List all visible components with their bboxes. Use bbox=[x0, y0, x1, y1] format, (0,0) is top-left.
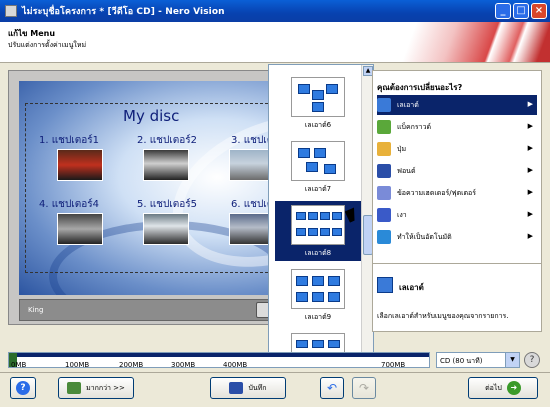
button-icon bbox=[377, 142, 391, 156]
chapter-label[interactable]: 2. แชปเตอร์2 bbox=[137, 133, 197, 148]
layout-thumbnail bbox=[291, 141, 345, 181]
option-label: เลเอาต์ bbox=[397, 100, 419, 109]
selected-option-title: เลเอาต์ bbox=[399, 283, 424, 292]
header-divider bbox=[0, 62, 550, 63]
chevron-right-icon: ▶ bbox=[527, 232, 533, 240]
redo-button[interactable]: ↷ bbox=[352, 377, 376, 399]
window-controls: _ □ × bbox=[495, 3, 547, 19]
text-icon bbox=[377, 186, 391, 200]
chapter-label[interactable]: 5. แชปเตอร์5 bbox=[137, 197, 197, 212]
undo-button[interactable]: ↶ bbox=[320, 377, 344, 399]
chevron-down-icon[interactable]: ▼ bbox=[505, 353, 519, 367]
save-button[interactable]: บันทึก bbox=[210, 377, 286, 399]
disc-capacity-bar: 0MB 100MB 200MB 300MB 400MB 700MB bbox=[8, 352, 430, 369]
footer-divider bbox=[0, 372, 550, 373]
capacity-tick: 0MB bbox=[11, 361, 27, 369]
option-label: ฟอนต์ bbox=[397, 166, 416, 175]
option-label: เงา bbox=[397, 210, 407, 219]
chevron-right-icon: ▶ bbox=[527, 188, 533, 196]
option-label: แบ็คกราวด์ bbox=[397, 122, 432, 131]
page-header: แก้ไข Menu ปรับแต่งการตั้งค่าเมนูใหม่ bbox=[0, 22, 550, 62]
header-decoration bbox=[400, 22, 550, 62]
layout-thumbnail bbox=[291, 205, 345, 245]
option-background[interactable]: แบ็คกราวด์ ▶ bbox=[377, 117, 537, 137]
chevron-right-icon: ▶ bbox=[527, 210, 533, 218]
option-buttons[interactable]: ปุ่ม ▶ bbox=[377, 139, 537, 159]
layout-label: เลเอาต์9 bbox=[304, 313, 332, 321]
capacity-tick: 700MB bbox=[381, 361, 406, 369]
layout-thumbnail bbox=[291, 77, 345, 117]
option-shadow[interactable]: เงา ▶ bbox=[377, 205, 537, 225]
more-button[interactable]: มากกว่า >> bbox=[58, 377, 134, 399]
chapter-label[interactable]: 4. แชปเตอร์4 bbox=[39, 197, 99, 212]
capacity-help-icon[interactable]: ? bbox=[524, 352, 540, 368]
page-title: แก้ไข Menu bbox=[8, 29, 56, 38]
option-automate[interactable]: ทำให้เป็นอัตโนมัติ ▶ bbox=[377, 227, 537, 247]
background-icon bbox=[377, 120, 391, 134]
help-icon: ? bbox=[16, 381, 30, 395]
layout-label: เลเอาต์8 bbox=[304, 249, 332, 257]
panel-divider bbox=[373, 263, 541, 264]
more-button-label: มากกว่า >> bbox=[86, 383, 125, 392]
option-font[interactable]: ฟอนต์ ▶ bbox=[377, 161, 537, 181]
layout-thumbnail bbox=[291, 269, 345, 309]
help-button[interactable]: ? bbox=[10, 377, 36, 399]
window-title: ไม่ระบุชื่อโครงการ * [วีดีโอ CD] - Nero … bbox=[22, 7, 225, 17]
disc-type-value: CD (80 นาที) bbox=[440, 357, 483, 365]
layout-item[interactable]: เลเอาต์7 bbox=[275, 137, 361, 197]
preview-bar-text: King bbox=[28, 306, 44, 314]
capacity-tick: 100MB bbox=[65, 361, 90, 369]
undo-icon: ↶ bbox=[326, 381, 338, 395]
chevron-right-icon: ▶ bbox=[527, 144, 533, 152]
shadow-icon bbox=[377, 208, 391, 222]
minimize-button[interactable]: _ bbox=[495, 3, 511, 19]
layout-label: เลเอาต์7 bbox=[304, 185, 332, 193]
chapter-thumbnail[interactable] bbox=[57, 149, 103, 181]
chapter-thumbnail[interactable] bbox=[143, 213, 189, 245]
chapter-thumbnail[interactable] bbox=[57, 213, 103, 245]
selected-option-description: เลือกเลเอาต์สำหรับเมนูของคุณจากรายการ. bbox=[377, 312, 509, 320]
automate-icon bbox=[377, 230, 391, 244]
option-label: ข้อความเฮดเดอร์/ฟุตเตอร์ bbox=[397, 188, 477, 197]
option-label: ปุ่ม bbox=[397, 144, 407, 153]
capacity-tick: 200MB bbox=[119, 361, 144, 369]
chevron-right-icon: ▶ bbox=[527, 100, 533, 108]
option-layout[interactable]: เลเอาต์ ▶ bbox=[377, 95, 537, 115]
options-title: คุณต้องการเปลี่ยนอะไร? bbox=[377, 83, 463, 92]
app-icon bbox=[5, 5, 17, 17]
layout-item[interactable]: เลเอาต์9 bbox=[275, 265, 361, 325]
redo-icon: ↷ bbox=[358, 381, 370, 395]
chevron-right-icon: ▶ bbox=[527, 122, 533, 130]
layout-item[interactable]: เลเอาต์6 bbox=[275, 73, 361, 133]
next-button[interactable]: ต่อไป ➜ bbox=[468, 377, 538, 399]
option-header-footer[interactable]: ข้อความเฮดเดอร์/ฟุตเตอร์ ▶ bbox=[377, 183, 537, 203]
chapter-thumbnail[interactable] bbox=[143, 149, 189, 181]
maximize-button[interactable]: □ bbox=[513, 3, 529, 19]
layout-label: เลเอาต์6 bbox=[304, 121, 332, 129]
capacity-strip bbox=[9, 353, 429, 357]
capacity-tick: 300MB bbox=[171, 361, 196, 369]
save-button-label: บันทึก bbox=[248, 383, 267, 392]
option-label: ทำให้เป็นอัตโนมัติ bbox=[397, 232, 452, 241]
layout-icon bbox=[377, 98, 391, 112]
layout-list[interactable]: เลเอาต์6 เลเอาต์7 เลเอาต์8 เลเอาต์9 ▲ bbox=[268, 64, 374, 368]
more-icon bbox=[67, 382, 82, 394]
font-icon bbox=[377, 164, 391, 178]
menu-title[interactable]: My disc bbox=[123, 107, 179, 125]
title-bar: ไม่ระบุชื่อโครงการ * [วีดีโอ CD] - Nero … bbox=[0, 0, 550, 22]
options-panel: คุณต้องการเปลี่ยนอะไร? เลเอาต์ ▶ แบ็คกรา… bbox=[372, 70, 542, 332]
disc-type-select[interactable]: CD (80 นาที) ▼ bbox=[436, 352, 520, 368]
next-button-label: ต่อไป bbox=[485, 383, 502, 392]
page-subtitle: ปรับแต่งการตั้งค่าเมนูใหม่ bbox=[8, 41, 87, 49]
chevron-right-icon: ▶ bbox=[527, 166, 533, 174]
close-button[interactable]: × bbox=[531, 3, 547, 19]
save-icon bbox=[229, 382, 244, 394]
capacity-tick: 400MB bbox=[223, 361, 248, 369]
chapter-label[interactable]: 1. แชปเตอร์1 bbox=[39, 133, 99, 148]
layout-icon bbox=[377, 277, 393, 293]
arrow-right-icon: ➜ bbox=[506, 381, 521, 395]
